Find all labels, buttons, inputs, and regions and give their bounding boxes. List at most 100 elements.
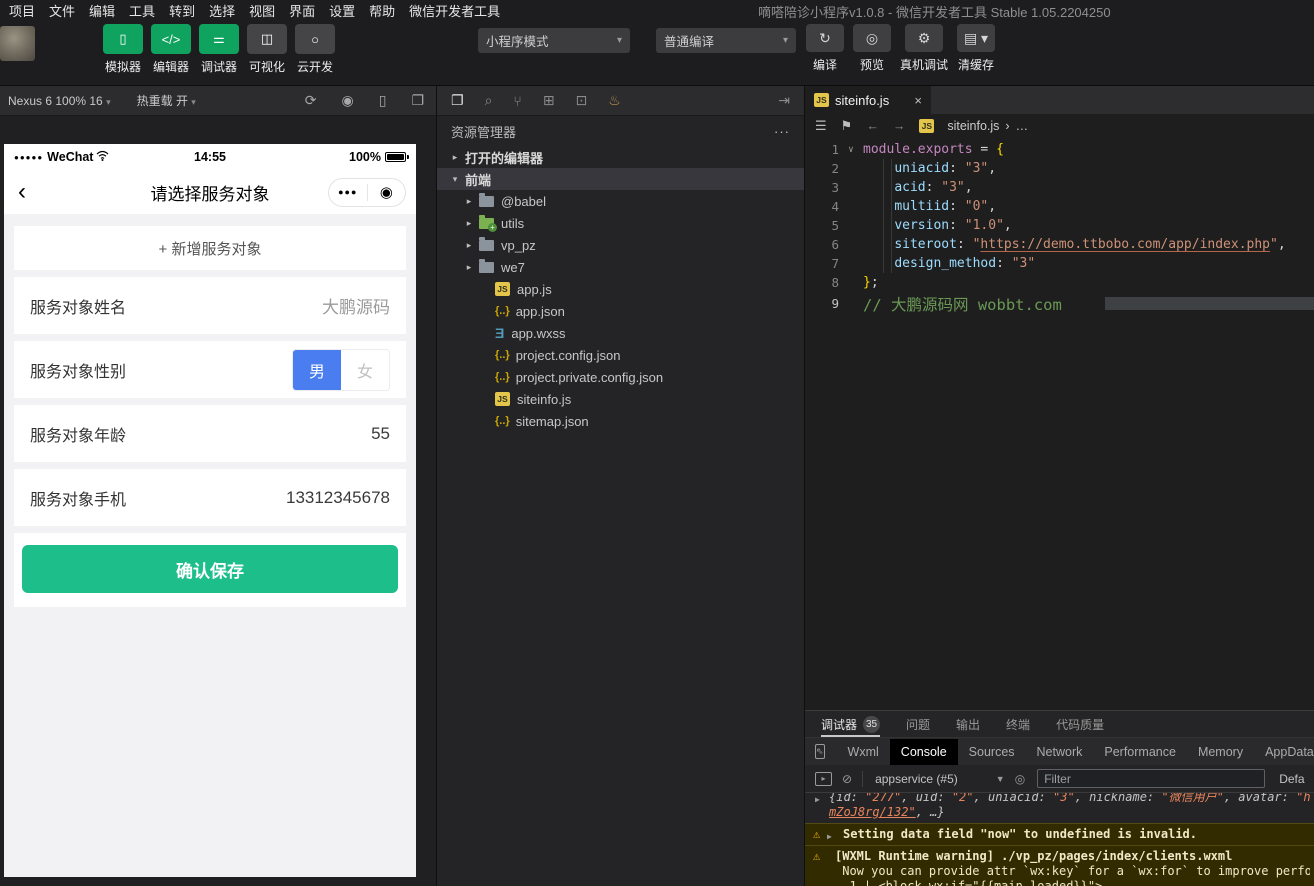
menu-item-10[interactable]: 微信开发者工具 (402, 0, 507, 22)
field-value[interactable]: 大鹏源码 (322, 293, 390, 318)
menu-item-4[interactable]: 转到 (162, 0, 202, 22)
menu-item-1[interactable]: 文件 (42, 0, 82, 22)
component-icon[interactable]: ⊡ (576, 92, 588, 109)
tree-item[interactable]: ▸vp_pz (437, 234, 804, 256)
layers-action-button[interactable]: ▤ ▾清缓存 (957, 24, 995, 73)
detach-window-icon[interactable]: ❐ (411, 92, 424, 109)
tool-sliders-button[interactable]: ⚌调试器 (199, 24, 239, 75)
filter-input[interactable] (1037, 769, 1265, 788)
console-message: ▶{id: "277", uid: "2", uniacid: "3", nic… (805, 793, 1314, 823)
code-text: version: "1.0", (863, 218, 1012, 233)
restart-icon[interactable]: ⟳ (305, 92, 317, 109)
menu-item-8[interactable]: 设置 (322, 0, 362, 22)
bookmark-icon[interactable]: ⚑ (841, 118, 853, 134)
refresh-action-button[interactable]: ↻编译 (806, 24, 844, 73)
context-select[interactable]: appservice (#5) ▼ (875, 772, 1005, 786)
close-target-icon[interactable]: ◉ (368, 183, 406, 201)
tree-section[interactable]: ▾前端 (437, 168, 804, 190)
tree-item[interactable]: ▸we7 (437, 256, 804, 278)
confirm-save-button[interactable]: 确认保存 (22, 545, 398, 593)
devtools-tab-sources[interactable]: Sources (958, 739, 1026, 765)
tab-siteinfo[interactable]: JS siteinfo.js × (805, 86, 931, 114)
folder-icon (479, 196, 494, 207)
tree-item[interactable]: JSsiteinfo.js (437, 388, 804, 410)
expand-caret-icon[interactable]: ▶ (815, 793, 820, 807)
devtools-tab-console[interactable]: Console (890, 739, 958, 765)
menu-item-6[interactable]: 视图 (242, 0, 282, 22)
miniprogram-capsule[interactable]: ●●● ◉ (328, 178, 406, 207)
field-value[interactable]: 55 (371, 424, 390, 444)
more-actions-icon[interactable]: ··· (774, 124, 790, 139)
menu-item-2[interactable]: 编辑 (82, 0, 122, 22)
debugger-tab[interactable]: 问题 (906, 711, 930, 737)
compile-select[interactable]: 普通编译 ▾ (656, 28, 796, 53)
rotate-phone-icon[interactable]: ▯ (379, 92, 387, 109)
json-file-icon: {..} (495, 415, 510, 427)
tree-item[interactable]: JSapp.js (437, 278, 804, 300)
mode-select-value: 小程序模式 (486, 31, 549, 50)
console-line: 1 | <block wx:if="{{main_loaded}}"> (835, 879, 1310, 886)
tree-item[interactable]: {..}project.config.json (437, 344, 804, 366)
tool-cloud-button[interactable]: ○云开发 (295, 24, 335, 75)
source-control-icon[interactable]: ⑂ (513, 93, 521, 109)
devtools-tab-wxml[interactable]: Wxml (837, 739, 890, 765)
record-icon[interactable]: ◉ (342, 92, 354, 109)
expand-caret-icon[interactable]: ▶ (827, 829, 832, 844)
tree-item[interactable]: ▸+utils (437, 212, 804, 234)
devtools-tab-performance[interactable]: Performance (1093, 739, 1187, 765)
tree-item[interactable]: {..}sitemap.json (437, 410, 804, 432)
add-service-target-button[interactable]: + 新增服务对象 (14, 226, 406, 270)
menu-item-5[interactable]: 选择 (202, 0, 242, 22)
breadcrumb-more[interactable]: … (1016, 119, 1029, 133)
menu-item-3[interactable]: 工具 (122, 0, 162, 22)
log-levels-select[interactable]: Defa (1279, 772, 1304, 786)
sliders-icon: ⚌ (199, 24, 239, 54)
tree-section[interactable]: ▸打开的编辑器 (437, 146, 804, 168)
tool-phone-button[interactable]: ▯模拟器 (103, 24, 143, 75)
tree-item[interactable]: {..}app.json (437, 300, 804, 322)
tool-layout-button[interactable]: ◫可视化 (247, 24, 287, 75)
gender-option-女[interactable]: 女 (341, 350, 389, 390)
menu-item-7[interactable]: 界面 (282, 0, 322, 22)
menu-item-0[interactable]: 项目 (2, 0, 42, 22)
devtools-tab-memory[interactable]: Memory (1187, 739, 1254, 765)
mode-select[interactable]: 小程序模式 ▾ (478, 28, 630, 53)
window-title: 嘀嗒陪诊小程序v1.0.8 - 微信开发者工具 Stable 1.05.2204… (758, 2, 1111, 21)
more-dots-icon[interactable]: ●●● (329, 187, 367, 197)
eye-icon[interactable]: ◎ (1015, 772, 1025, 786)
debugger-tab[interactable]: 代码质量 (1056, 711, 1104, 737)
teapot-icon[interactable]: ♨ (608, 92, 621, 109)
navigate-back-icon[interactable]: ← (866, 119, 879, 133)
bug-action-button[interactable]: ⚙真机调试 (900, 24, 948, 73)
show-sidebar-icon[interactable]: ▸ (815, 772, 832, 786)
breadcrumb-file[interactable]: JS siteinfo.js › … (919, 119, 1028, 133)
tool-code-button[interactable]: </>编辑器 (151, 24, 191, 75)
files-icon[interactable]: ❐ (451, 92, 464, 109)
code-area[interactable]: 1∨module.exports = {2 uniacid: "3",3 aci… (805, 138, 1314, 315)
hot-reload-select[interactable]: 热重载 开 ▾ (137, 92, 196, 109)
tree-caret-icon: ▸ (463, 196, 475, 207)
collapse-panel-icon[interactable]: ⇥ (778, 92, 790, 109)
close-icon[interactable]: × (914, 93, 922, 108)
extensions-icon[interactable]: ⊞ (543, 92, 555, 109)
tree-item[interactable]: Ǝapp.wxss (437, 322, 804, 344)
eye-action-button[interactable]: ◎预览 (853, 24, 891, 73)
devtools-tab-appdata[interactable]: AppData (1254, 739, 1314, 765)
devtools-tab-network[interactable]: Network (1026, 739, 1094, 765)
clear-console-icon[interactable]: ⊘ (842, 772, 852, 786)
navigate-forward-icon[interactable]: → (893, 119, 906, 133)
line-number: 8 (805, 275, 839, 290)
field-value[interactable]: 13312345678 (286, 488, 390, 508)
gender-option-男[interactable]: 男 (293, 350, 341, 390)
tree-item[interactable]: {..}project.private.config.json (437, 366, 804, 388)
simulator-panel: Nexus 6 100% 16 ▾ 热重载 开 ▾ ⟳ ◉ ▯ ❐ ●●●●● … (0, 86, 437, 886)
menu-item-9[interactable]: 帮助 (362, 0, 402, 22)
search-icon[interactable]: ⌕ (485, 92, 493, 109)
debugger-tab[interactable]: 调试器35 (821, 711, 880, 737)
device-select[interactable]: Nexus 6 100% 16 ▾ (8, 94, 111, 108)
inspect-element-icon[interactable]: ⇖ (815, 744, 825, 759)
outline-icon[interactable]: ☰ (815, 118, 827, 134)
debugger-tab[interactable]: 输出 (956, 711, 980, 737)
debugger-tab[interactable]: 终端 (1006, 711, 1030, 737)
tree-item[interactable]: ▸@babel (437, 190, 804, 212)
